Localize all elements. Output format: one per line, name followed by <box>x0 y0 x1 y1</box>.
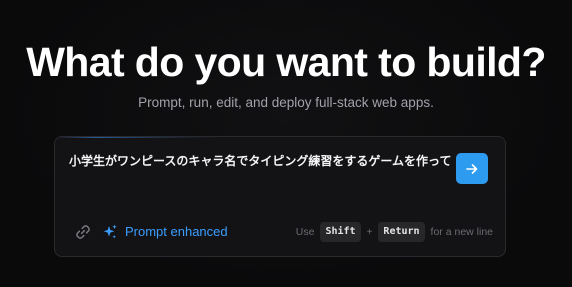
hint-tail-text: for a new line <box>430 226 493 238</box>
prompt-enhanced-label: Prompt enhanced <box>125 224 228 239</box>
link-icon[interactable] <box>74 223 92 241</box>
arrow-right-icon <box>466 163 478 174</box>
send-button[interactable] <box>456 153 488 184</box>
app-page: What do you want to build? Prompt, run, … <box>0 0 572 287</box>
prompt-box-glow <box>55 137 215 138</box>
sparkles-icon <box>103 224 117 239</box>
prompt-toolbar: Prompt enhanced Use Shift + Return for a… <box>55 219 505 245</box>
page-subtitle: Prompt, run, edit, and deploy full-stack… <box>138 95 434 110</box>
newline-hint: Use Shift + Return for a new line <box>296 221 493 243</box>
shift-key-badge: Shift <box>320 222 361 242</box>
hint-use-text: Use <box>295 226 315 238</box>
page-title: What do you want to build? <box>26 39 546 85</box>
hint-plus: + <box>366 226 373 238</box>
prompt-input[interactable]: 小学生がワンピースのキャラ名でタイピング練習をするゲームを作って <box>69 152 454 170</box>
prompt-enhanced-button[interactable]: Prompt enhanced <box>101 222 228 242</box>
prompt-box[interactable]: 小学生がワンピースのキャラ名でタイピング練習をするゲームを作って Prompt … <box>54 136 506 257</box>
return-key-badge: Return <box>378 222 425 242</box>
